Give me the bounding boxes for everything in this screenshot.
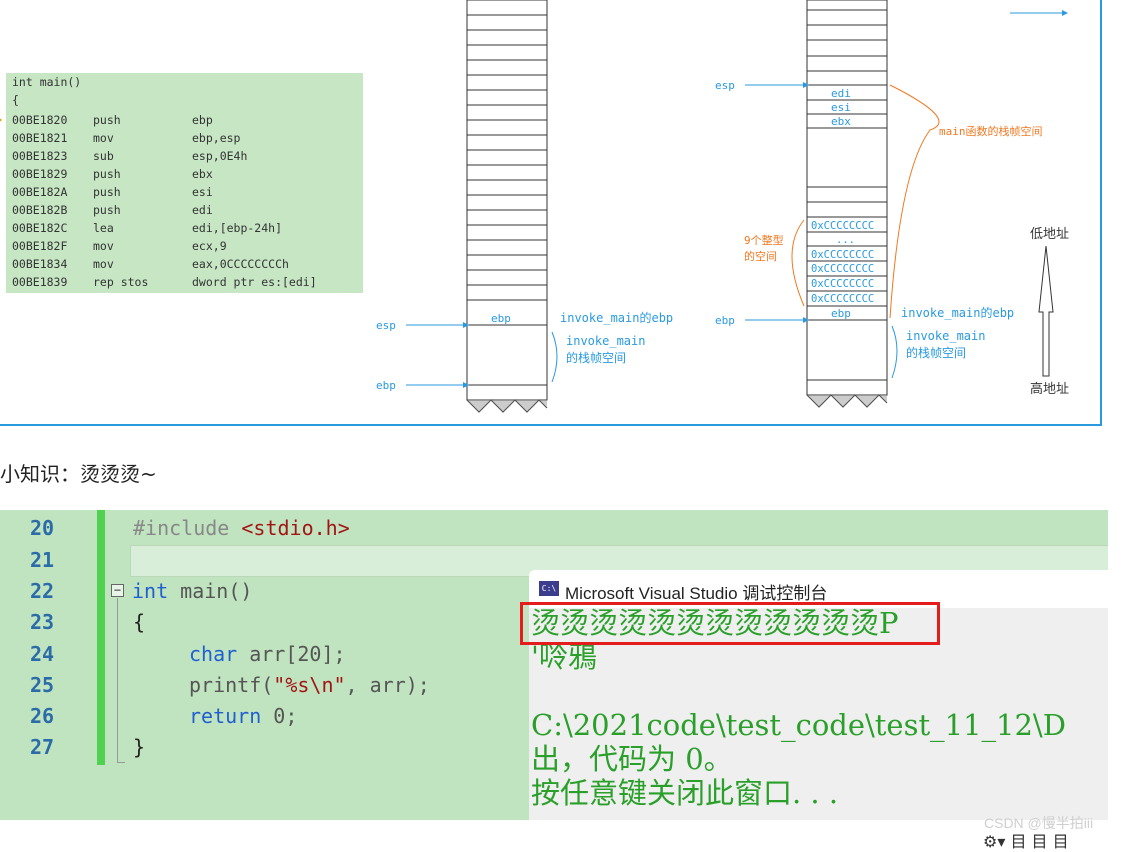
left-invoke-ebp-label: invoke_main的ebp	[560, 310, 673, 325]
code-line-24: char arr[20];	[189, 642, 346, 666]
code-line-25: printf("%s\n", arr);	[189, 673, 430, 697]
cc-cell-dots: ...	[836, 234, 855, 246]
line-number: 22	[30, 579, 55, 603]
cc-cell-5: 0xCCCCCCCC	[811, 293, 874, 305]
stack-diagram: esp ebp ebp invoke_main的ebp invoke_main …	[376, 0, 1069, 413]
code-line-20: #include <stdio.h>	[133, 516, 350, 540]
right-ebp-label: ebp	[715, 314, 735, 327]
right-cell-ebp: ebp	[831, 307, 851, 320]
note-heading: 小知识：烫烫烫~	[0, 462, 157, 486]
fold-guide	[117, 598, 118, 763]
change-indicator-bar	[97, 510, 105, 765]
right-frame-label-2: 的栈帧空间	[906, 345, 966, 360]
console-app-icon: C:\	[539, 581, 559, 596]
highlight-box	[520, 602, 940, 645]
cc-cell-4: 0xCCCCCCCC	[811, 278, 874, 290]
line-number: 27	[30, 735, 55, 759]
code-line-23: {	[133, 610, 146, 634]
console-line-3	[531, 674, 1066, 708]
cc-cell-2: 0xCCCCCCCC	[811, 249, 874, 261]
cc-cell-1: 0xCCCCCCCC	[811, 220, 874, 232]
cc-cell-3: 0xCCCCCCCC	[811, 263, 874, 275]
left-frame-label-2: 的栈帧空间	[566, 350, 626, 365]
int-space-label-2: 的空间	[744, 249, 777, 263]
left-ebp-label: ebp	[376, 379, 396, 392]
low-address-label: 低地址	[1030, 227, 1069, 242]
console-line-2: '唥鴉	[531, 640, 597, 674]
reg-edi: edi	[831, 87, 851, 100]
int-space-label-1: 9个整型	[744, 233, 784, 247]
line-number: 26	[30, 704, 55, 728]
console-line-6: 按任意键关闭此窗口. . .	[531, 776, 839, 810]
line-number: 25	[30, 673, 55, 697]
line-number: 23	[30, 610, 55, 634]
stack-frame-figure: int main() { 00BE1820 push ebp 00BE1821 mov e…	[0, 0, 1102, 426]
right-stack-column	[806, 0, 888, 396]
line-number: 20	[30, 516, 55, 540]
high-address-label: 高地址	[1030, 381, 1069, 397]
line-number: 24	[30, 642, 55, 666]
console-line-5: 出，代码为 0。	[531, 742, 733, 776]
address-direction-arrow-icon	[1038, 245, 1054, 377]
reg-ebx: ebx	[831, 115, 851, 128]
left-esp-label: esp	[376, 319, 396, 332]
main-frame-label: main函数的栈帧空间	[939, 124, 1043, 138]
right-invoke-ebp-label: invoke_main的ebp	[901, 305, 1014, 320]
line-number: 21	[30, 548, 55, 572]
code-line-26: return 0;	[189, 704, 298, 728]
console-line-4: C:\2021code\test_code\test_11_12\D	[531, 708, 1066, 742]
left-cell-ebp: ebp	[491, 312, 511, 325]
left-frame-label-1: invoke_main	[566, 334, 645, 348]
collapse-icon[interactable]: −	[111, 584, 124, 597]
reg-esi: esi	[831, 101, 851, 114]
right-frame-label-1: invoke_main	[906, 329, 985, 343]
fold-guide-end	[117, 762, 125, 763]
console-title: Microsoft Visual Studio 调试控制台	[565, 584, 828, 603]
code-line-22: int main()	[132, 579, 253, 603]
right-esp-label: esp	[715, 79, 735, 92]
bottom-toolbar-icons[interactable]: ⚙▾ 目 目 目	[983, 828, 1069, 852]
code-line-27: }	[133, 735, 146, 759]
